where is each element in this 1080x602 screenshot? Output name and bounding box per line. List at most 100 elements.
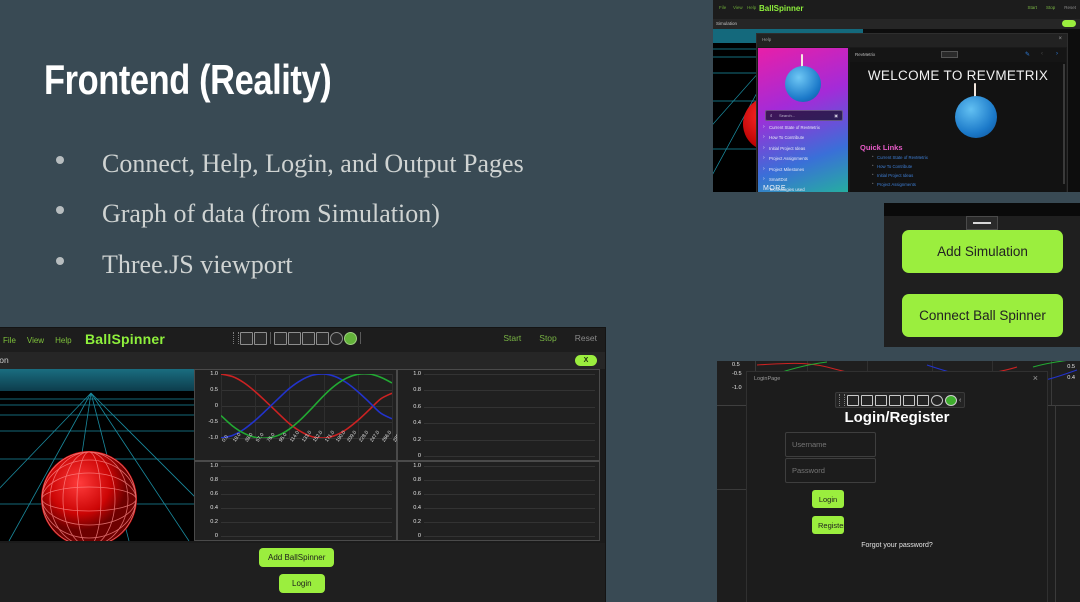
chevron-left-icon[interactable]: ‹ [1041,51,1043,57]
bullet-text: Three.JS viewport [102,249,293,279]
forgot-password-link[interactable]: Forgot your password? [747,542,1047,549]
add-simulation-button[interactable]: Add Simulation [902,230,1063,273]
drag-handle-icon[interactable] [941,51,958,58]
y-tick: 0.8 [413,387,421,394]
app-menu-bar: File View Help BallSpinner Start Stop Re… [0,328,605,352]
chevron-right-icon[interactable]: ‹ [959,397,961,404]
video-icon[interactable] [254,331,267,345]
close-tab-button[interactable] [1062,20,1076,27]
sidebar-item-how-to-contribute[interactable]: How To Contribute [763,134,847,140]
scrollbar[interactable] [1063,64,1065,184]
select-region-icon[interactable] [288,331,301,345]
record-icon[interactable] [344,331,357,345]
sidebar-item-project-milestones[interactable]: Project Milestones [763,166,847,172]
close-icon[interactable]: × [1058,36,1062,42]
tab-simulation[interactable]: Simulation [716,21,737,26]
quick-link-project-assignments[interactable]: Project Assignments [872,181,928,187]
dialog-title: Help [762,37,772,42]
close-tab-button[interactable]: X [575,354,597,366]
y-tick: 0.6 [413,491,421,497]
series-red [221,374,392,438]
toolbar-separator [270,332,271,344]
content-toolbar: RevMetrix ✎ ‹ › [850,48,1066,62]
password-field[interactable] [785,458,876,483]
stop-button[interactable]: Stop [1046,5,1055,10]
chart-empty-top-right[interactable]: 1.0 0.8 0.6 0.4 0.2 0 [397,369,600,461]
clear-search-icon[interactable]: ▣ [834,113,838,118]
chart-plot-area: 1.0 0.8 0.6 0.4 0.2 0 [413,463,595,539]
y-tick: 0 [417,533,421,539]
menu-view[interactable]: View [27,336,44,345]
bowling-ball-logo-icon [785,66,821,102]
y-tick: 0.2 [413,436,421,443]
search-input[interactable]: ⌕ Search... ▣ [765,110,843,121]
settings-icon[interactable] [917,394,929,406]
pan-icon[interactable] [274,331,287,345]
edit-pencil-icon[interactable]: ✎ [1025,51,1030,58]
camera-capture-icon[interactable] [847,394,859,406]
reset-button[interactable]: Reset [1064,5,1076,10]
camera-capture-icon[interactable] [240,331,253,345]
select-region-icon[interactable] [889,394,901,406]
register-button[interactable]: Register [812,516,846,534]
start-button[interactable]: Start [503,333,521,343]
menu-help[interactable]: Help [55,336,71,345]
add-ballspinner-button[interactable]: Add BallSpinner [259,548,335,567]
grip-icon[interactable] [233,332,239,344]
bowling-ball-wireframe-icon [41,451,137,541]
revmetrix-body: Help × ⌕ Search... ▣ Current State of Re… [713,29,1080,192]
bullet-dot-icon [56,156,64,164]
chart-empty-bottom-left[interactable]: 1.0 0.8 0.6 0.4 0.2 0 [194,461,397,541]
quick-link-how-to-contribute[interactable]: How To Contribute [872,163,928,169]
zoom-region-icon[interactable] [302,331,315,345]
app-title: BallSpinner [759,4,804,13]
username-field[interactable] [785,432,876,457]
y-tick: 0.4 [413,505,421,511]
chart-plot-area: 1.0 0.8 0.6 0.4 0.2 0 [413,371,595,459]
video-icon[interactable] [861,394,873,406]
pan-icon[interactable] [875,394,887,406]
start-button[interactable]: Start [1027,5,1037,10]
menu-file[interactable]: File [3,336,16,345]
bullet-text: Graph of data (from Simulation) [102,199,440,229]
series-green [221,374,392,438]
list-item: Graph of data (from Simulation) [48,195,608,232]
bullet-dot-icon [56,256,64,265]
chart-plot-area: 1.0 0.5 0 -0.5 -1.0 0.0 19.0 38.0 57.0 7… [208,371,404,443]
dialog-title: LoginPage [754,376,781,382]
bowling-ball-icon [955,96,997,138]
sidebar-item-smartdot[interactable]: SmartDot [763,176,847,182]
y-tick: 0.8 [413,477,421,483]
connect-ball-spinner-button[interactable]: Connect Ball Spinner [902,294,1063,337]
menu-view[interactable]: View [733,5,743,10]
menu-file[interactable]: File [719,5,726,10]
login-dialog: LoginPage × ‹ Login/Register Login Regis… [746,371,1048,602]
y-tick: -0.5 [208,419,218,425]
sidebar-item-project-assignments[interactable]: Project Assignments [763,155,847,161]
sidebar-more-label[interactable]: MORE [763,185,786,192]
quick-link-initial-ideas[interactable]: Initial Project Ideas [872,172,928,178]
reset-button[interactable]: Reset [575,333,597,343]
menu-help[interactable]: Help [747,5,756,10]
stop-button[interactable]: Stop [539,333,557,343]
grip-icon[interactable] [839,394,845,406]
record-icon[interactable] [945,394,957,406]
threejs-viewport[interactable] [0,369,194,541]
target-icon[interactable] [931,394,943,406]
chart-empty-bottom-right[interactable]: 1.0 0.8 0.6 0.4 0.2 0 [397,461,600,541]
sidebar-item-initial-ideas[interactable]: Initial Project Ideas [763,145,847,151]
drag-handle-icon[interactable] [966,216,998,230]
chart-sine-waves[interactable]: 1.0 0.5 0 -0.5 -1.0 0.0 19.0 38.0 57.0 7… [194,369,404,461]
login-button[interactable]: Login [279,574,325,593]
chevron-right-icon[interactable]: › [1056,51,1058,57]
close-icon[interactable]: × [1033,373,1038,383]
target-icon[interactable] [330,331,343,345]
tab-simulation[interactable]: Simulation [0,355,9,365]
sidebar-item-current-state[interactable]: Current State of RevMetrix [763,124,847,130]
zoom-region-icon[interactable] [903,394,915,406]
settings-icon[interactable] [316,331,329,345]
y-tick: 0.4 [210,505,218,511]
quick-link-current-state[interactable]: Current State of RevMetrix [872,154,928,160]
app-body: 1.0 0.5 0 -0.5 -1.0 0.0 19.0 38.0 57.0 7… [0,369,605,602]
login-button[interactable]: Login [812,490,844,508]
